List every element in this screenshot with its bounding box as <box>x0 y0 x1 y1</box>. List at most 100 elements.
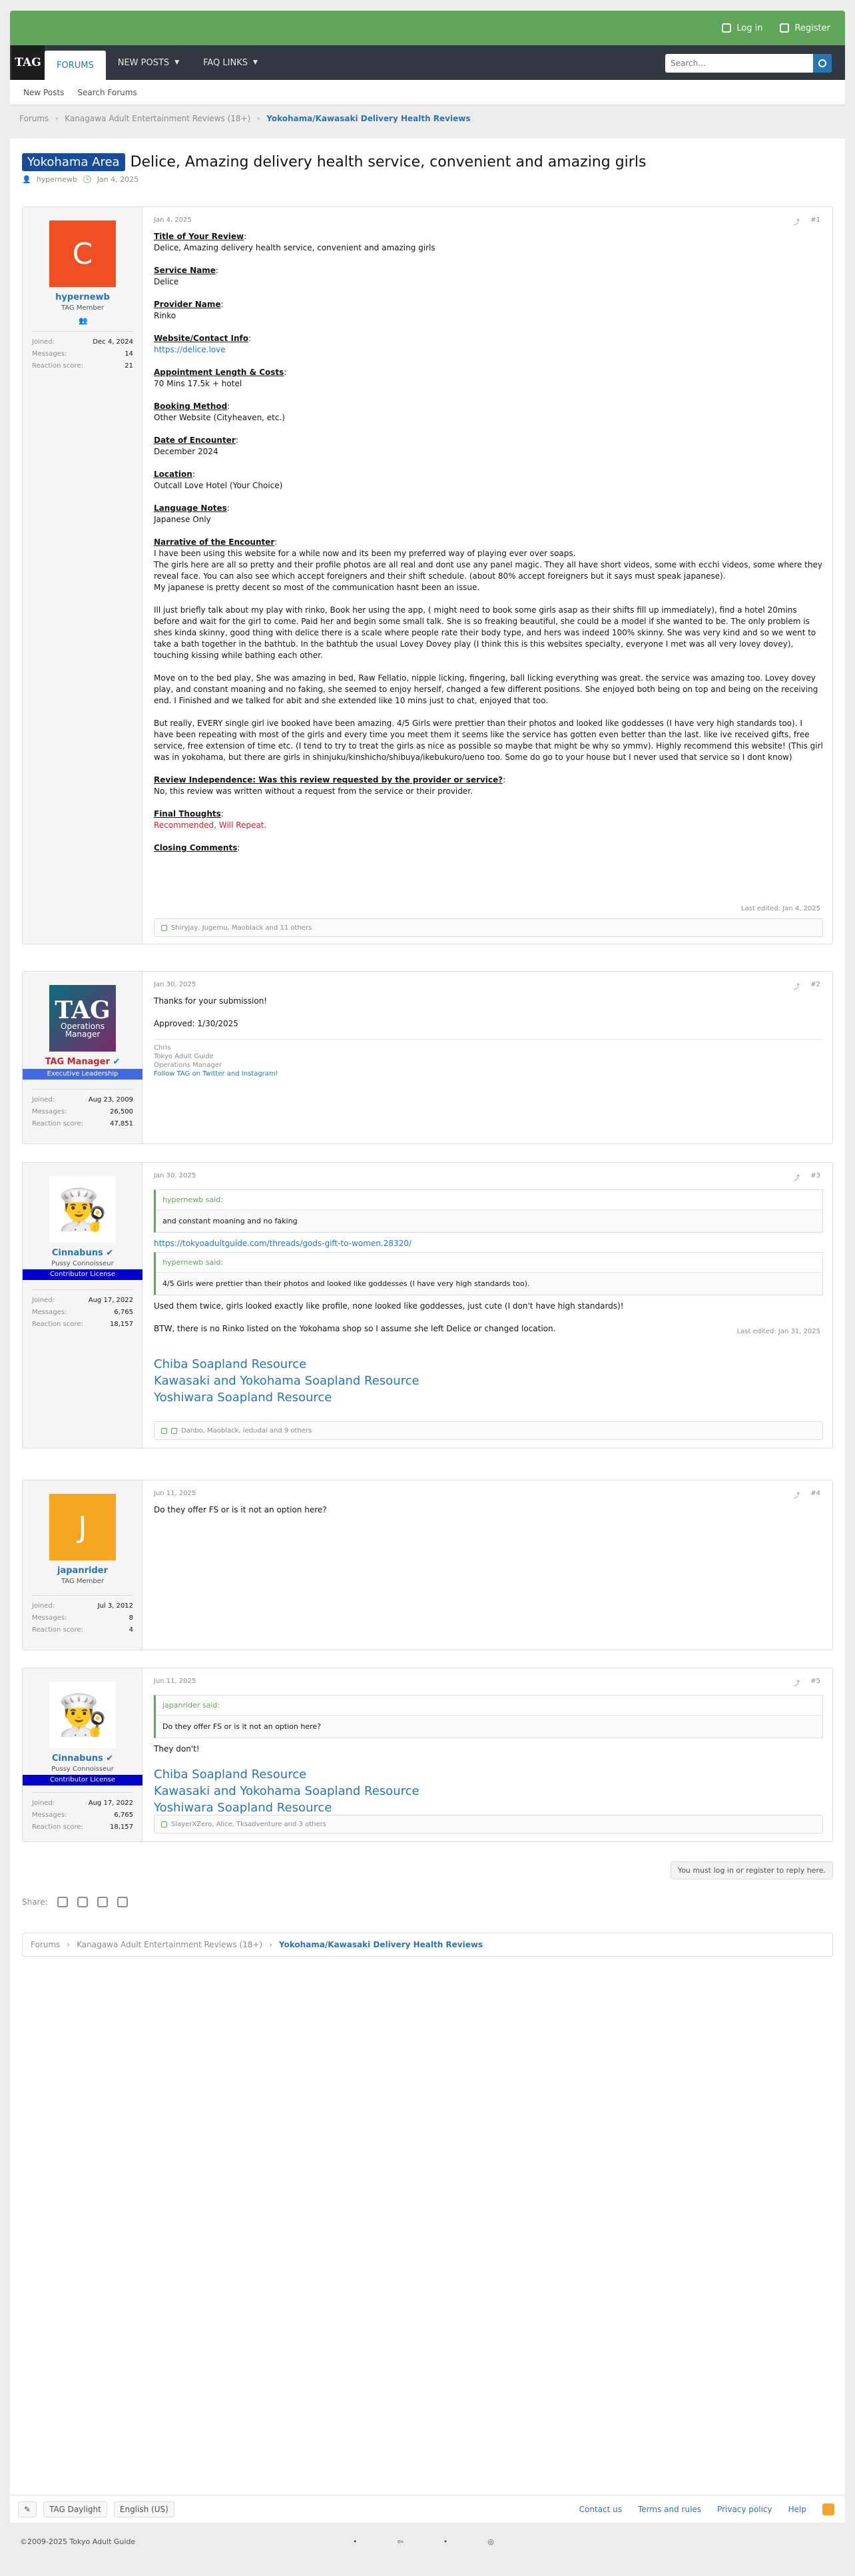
breadcrumb-yokohama[interactable]: Yokohama/Kawasaki Delivery Health Review… <box>266 114 470 123</box>
bluesky-icon[interactable] <box>77 1897 88 1907</box>
link-icon[interactable] <box>117 1897 128 1907</box>
user-banner: Contributor License <box>23 1269 142 1280</box>
site-logo[interactable]: TAG <box>11 45 45 80</box>
post-date[interactable]: Jan 30, 2025 <box>154 981 196 988</box>
breadcrumb-forums[interactable]: Forums <box>19 114 49 123</box>
username[interactable]: hypernewb <box>23 292 142 302</box>
quote-block: hypernewb said: 4/5 Girls were prettier … <box>154 1252 823 1295</box>
reactions-bar[interactable]: SlayerXZero, Alice, Tksadventure and 3 o… <box>154 1815 823 1833</box>
language-chooser[interactable]: English (US) <box>113 2501 174 2517</box>
like-icon <box>161 924 167 931</box>
clock-icon: 🕓 <box>82 175 92 184</box>
share-icon[interactable]: ⤴ <box>793 1490 800 1500</box>
chef-avatar[interactable]: 👨‍🍳 <box>49 1682 116 1748</box>
chevron-right-icon: › <box>67 1940 71 1949</box>
website-link[interactable]: https://delice.love <box>154 345 226 354</box>
footer-contact[interactable]: Contact us <box>579 2505 622 2514</box>
quote-author[interactable]: hypernewb said: <box>156 1190 822 1210</box>
post-user-panel: C hypernewb TAG Member 👥 Joined: Dec 4, 2… <box>23 207 142 944</box>
footer-share-icon[interactable]: ⇦ <box>398 2537 404 2546</box>
avatar[interactable]: C <box>49 220 116 287</box>
post-number[interactable]: #2 <box>810 981 820 991</box>
x-icon[interactable] <box>57 1897 68 1907</box>
thread-author[interactable]: hypernewb <box>37 175 77 184</box>
avatar[interactable]: TAG Operations Manager <box>49 985 116 1052</box>
resource-link[interactable]: Kawasaki and Yokohama Soapland Resource <box>154 1783 823 1799</box>
linkedin-icon[interactable] <box>97 1897 108 1907</box>
key-icon <box>722 23 732 33</box>
breadcrumb: Forums › Kanagawa Adult Entertainment Re… <box>10 107 845 131</box>
post-3: 👨‍🍳 Cinnabuns ✔ Pussy Connoisseur Contri… <box>22 1162 833 1449</box>
post-4: J japanrider TAG Member Joined: Jul 3, 20… <box>22 1480 833 1650</box>
tab-faq-links[interactable]: FAQ LINKS ▼ <box>191 45 270 80</box>
user-banner: Executive Leadership <box>23 1069 142 1080</box>
reactions-bar[interactable]: Shiryjay, Jugemu, Maoblack and 11 others <box>154 918 823 937</box>
resource-link[interactable]: Chiba Soapland Resource <box>154 1356 823 1373</box>
post-number[interactable]: #1 <box>810 216 820 226</box>
search-input[interactable] <box>665 55 813 72</box>
register-icon <box>780 23 790 33</box>
post-number[interactable]: #4 <box>810 1490 820 1500</box>
post-date[interactable]: Jan 30, 2025 <box>154 1172 196 1179</box>
quote-author[interactable]: japanrider said: <box>156 1696 822 1716</box>
thread-header: Yokohama Area Delice, Amazing delivery h… <box>22 153 646 184</box>
username[interactable]: TAG Manager ✔ <box>23 1057 142 1067</box>
post-1: C hypernewb TAG Member 👥 Joined: Dec 4, 2… <box>22 206 833 944</box>
breadcrumb-kanagawa[interactable]: Kanagawa Adult Entertainment Reviews (18… <box>65 114 250 123</box>
share-icon[interactable]: ⤴ <box>793 1678 800 1688</box>
username[interactable]: Cinnabuns ✔ <box>23 1754 142 1764</box>
reactions-bar[interactable]: Danbo, Maoblack, ledudal and 9 others <box>154 1421 823 1440</box>
quote-block: hypernewb said: and constant moaning and… <box>154 1189 823 1233</box>
footer-terms[interactable]: Terms and rules <box>638 2505 701 2514</box>
footer-help[interactable]: Help <box>788 2505 806 2514</box>
rss-icon[interactable] <box>822 2503 834 2515</box>
post-number[interactable]: #5 <box>810 1678 820 1688</box>
subnav-new-posts[interactable]: New Posts <box>23 88 64 97</box>
chevron-down-icon: ▼ <box>253 59 258 66</box>
edit-icon[interactable]: ✎ <box>18 2501 37 2517</box>
register-link[interactable]: Register <box>780 23 830 33</box>
post-content: japanrider said: Do they offer FS or is … <box>154 1692 823 1816</box>
resource-link[interactable]: Chiba Soapland Resource <box>154 1766 823 1783</box>
content-panel: Yokohama Area Delice, Amazing delivery h… <box>10 139 845 2495</box>
user-stats: Joined: Aug 17, 2022 Messages: 6,765 React… <box>32 1792 133 1833</box>
login-to-reply-button[interactable]: You must log in or register to reply her… <box>670 1861 833 1879</box>
post-content: Thanks for your submission! Approved: 1/… <box>154 996 823 1078</box>
avatar[interactable]: J <box>49 1494 116 1560</box>
chef-avatar[interactable]: 👨‍🍳 <box>49 1176 116 1243</box>
post-date[interactable]: Jun 11, 2025 <box>154 1490 196 1497</box>
share-bar: Share: <box>22 1897 128 1907</box>
copyright: ©2009-2025 Tokyo Adult Guide <box>20 2537 136 2546</box>
share-icon[interactable]: ⤴ <box>793 216 800 226</box>
post-date[interactable]: Jun 11, 2025 <box>154 1678 196 1685</box>
like-icon <box>161 1427 167 1434</box>
footer-settings-icon[interactable]: ◎ <box>487 2537 494 2546</box>
breadcrumb-kanagawa[interactable]: Kanagawa Adult Entertainment Reviews (18… <box>77 1940 262 1949</box>
subnav-search-forums[interactable]: Search Forums <box>77 88 137 97</box>
quote-author[interactable]: hypernewb said: <box>156 1253 822 1273</box>
login-link[interactable]: Log in <box>722 23 762 33</box>
share-icon[interactable]: ⤴ <box>793 981 800 991</box>
username[interactable]: Cinnabuns ✔ <box>23 1248 142 1258</box>
thread-link[interactable]: https://tokyoadultguide.com/threads/gods… <box>154 1239 412 1248</box>
signature-follow-link[interactable]: Follow TAG on Twitter and Instagram! <box>154 1070 823 1078</box>
thread-date[interactable]: Jan 4, 2025 <box>97 175 139 184</box>
share-icon[interactable]: ⤴ <box>793 1172 800 1182</box>
post-number[interactable]: #3 <box>810 1172 820 1182</box>
post-content: hypernewb said: and constant moaning and… <box>154 1187 823 1335</box>
resource-link[interactable]: Yoshiwara Soapland Resource <box>154 1799 823 1816</box>
last-edited: Last edited: Jan 4, 2025 <box>740 905 820 912</box>
tab-new-posts[interactable]: NEW POSTS ▼ <box>106 45 191 80</box>
post-date[interactable]: Jan 4, 2025 <box>154 216 192 224</box>
username[interactable]: japanrider <box>23 1566 142 1576</box>
breadcrumb-yokohama[interactable]: Yokohama/Kawasaki Delivery Health Review… <box>279 1940 483 1949</box>
search-button[interactable] <box>813 54 832 73</box>
tab-forums[interactable]: FORUMS <box>45 51 106 80</box>
resource-link[interactable]: Kawasaki and Yokohama Soapland Resource <box>154 1373 823 1389</box>
resource-link[interactable]: Yoshiwara Soapland Resource <box>154 1389 823 1406</box>
breadcrumb-forums[interactable]: Forums <box>31 1940 60 1949</box>
footer-privacy[interactable]: Privacy policy <box>717 2505 772 2514</box>
user-icon: 👤 <box>22 175 31 184</box>
thread-prefix[interactable]: Yokohama Area <box>22 153 125 171</box>
style-chooser[interactable]: TAG Daylight <box>43 2501 107 2517</box>
